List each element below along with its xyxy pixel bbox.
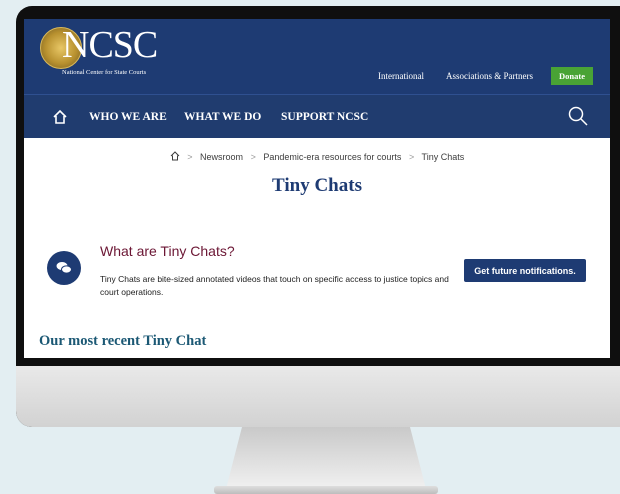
monitor-stand-base [214,486,438,494]
recent-tiny-chat-heading: Our most recent Tiny Chat [39,333,207,349]
breadcrumb-newsroom[interactable]: Newsroom [200,152,243,162]
get-notifications-button[interactable]: Get future notifications. [464,259,586,282]
breadcrumb-home-icon[interactable] [170,151,180,161]
international-link[interactable]: International [378,71,424,81]
nav-who-we-are[interactable]: WHO WE ARE [89,111,167,123]
logo-subtitle: National Center for State Courts [62,69,147,76]
intro-heading: What are Tiny Chats? [100,243,235,259]
breadcrumb-separator: > [408,152,415,162]
breadcrumb: > Newsroom > Pandemic-era resources for … [24,151,610,162]
home-icon[interactable] [52,109,68,125]
monitor-stand [226,427,426,489]
nav-support-ncsc[interactable]: SUPPORT NCSC [281,111,368,123]
chat-icon [47,251,81,285]
page-title: Tiny Chats [272,175,362,196]
associations-partners-link[interactable]: Associations & Partners [446,71,533,81]
main-nav: WHO WE ARE WHAT WE DO SUPPORT NCSC [24,94,610,138]
nav-what-we-do[interactable]: WHAT WE DO [184,111,261,123]
search-icon[interactable] [568,106,588,126]
monitor-chin [16,366,620,427]
browser-screen: NCSC National Center for State Courts In… [24,19,610,358]
breadcrumb-tiny-chats: Tiny Chats [421,152,465,162]
site-header: NCSC National Center for State Courts In… [24,19,610,94]
breadcrumb-separator: > [250,152,256,162]
intro-description: Tiny Chats are bite-sized annotated vide… [100,274,449,297]
donate-button[interactable]: Donate [551,67,593,85]
breadcrumb-pandemic-resources[interactable]: Pandemic-era resources for courts [263,152,401,162]
site-logo[interactable]: NCSC [62,23,158,67]
breadcrumb-separator: > [187,152,193,162]
